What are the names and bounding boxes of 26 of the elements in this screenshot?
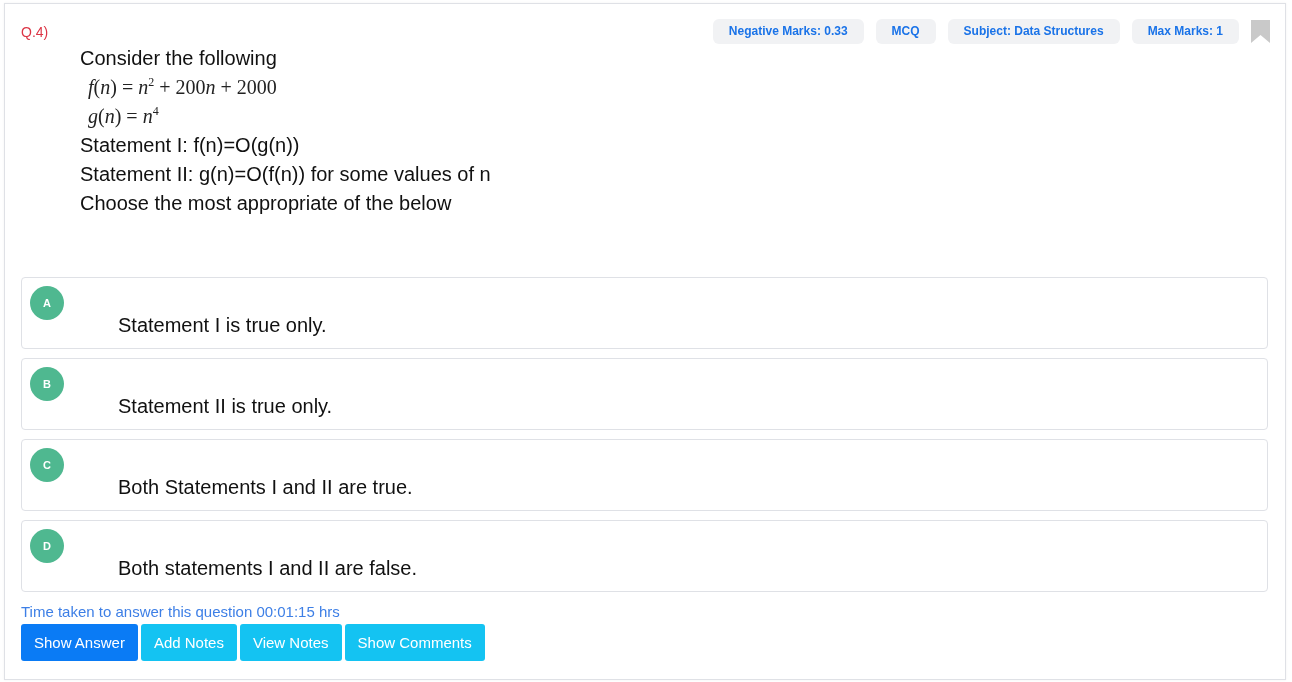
bookmark-icon[interactable] <box>1251 20 1270 43</box>
formula: f(n) = n$^{2}$ + 200n + 2000 <box>88 73 277 101</box>
question-text: Choose the most appropriate of the below <box>80 191 453 216</box>
question-number: Q.4) <box>21 24 49 40</box>
option-text: Both statements I and II are false. <box>118 556 418 580</box>
option-text: Both Statements I and II are true. <box>118 475 413 499</box>
time-taken-text: Time taken to answer this question 00:01:15 hrs <box>21 602 340 622</box>
info-tag: Negative Marks: 0.33 <box>712 19 864 44</box>
option-letter: D <box>30 529 64 563</box>
question-text: Statement II: g(n)=O(f(n)) for some values of n <box>80 162 492 187</box>
option-letter: C <box>30 448 64 482</box>
answer-option[interactable]: A Statement I is true only. <box>21 277 1268 349</box>
answer-option[interactable]: D Both statements I and II are false. <box>21 520 1268 592</box>
option-letter: A <box>30 286 64 320</box>
option-text: Statement I is true only. <box>118 313 327 337</box>
answer-option[interactable]: C Both Statements I and II are true. <box>21 439 1268 511</box>
info-tag: Max Marks: 1 <box>1131 19 1239 44</box>
option-text: Statement II is true only. <box>118 394 333 418</box>
question-text: Consider the following <box>80 46 278 71</box>
info-tag: MCQ <box>875 19 936 44</box>
answer-option[interactable]: B Statement II is true only. <box>21 358 1268 430</box>
option-letter: B <box>30 367 64 401</box>
question-text: Statement I: f(n)=O(g(n)) <box>80 133 301 158</box>
formula: g(n) = n$^{4}$ <box>88 102 159 130</box>
action-button[interactable]: Show Answer <box>21 624 138 661</box>
info-tag: Subject: Data Structures <box>947 19 1120 44</box>
